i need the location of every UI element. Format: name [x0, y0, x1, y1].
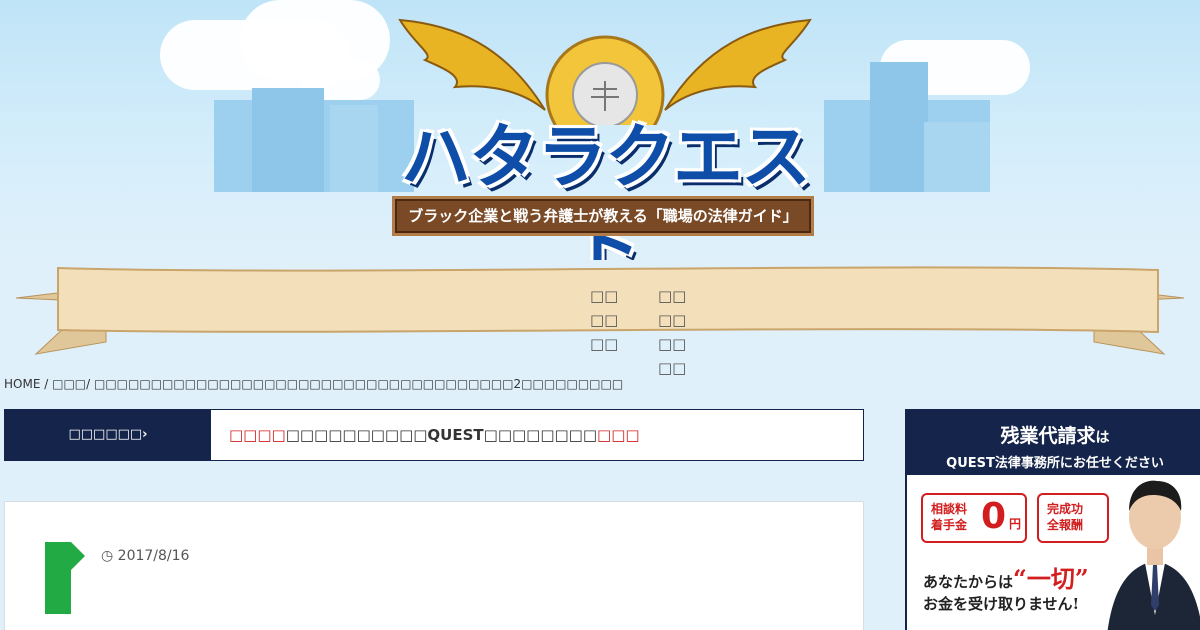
post-date: ◷ 2017/8/16 — [101, 548, 189, 564]
site-logo-title[interactable]: ハタラクエスト — [395, 112, 815, 260]
ad-badge-success-fee: 完成功 全報酬 — [1037, 493, 1109, 543]
ad-headline-suffix: は — [1095, 430, 1110, 446]
lawyer-portrait-image — [1107, 480, 1200, 630]
nav-item[interactable]: □□ — [590, 332, 618, 356]
ad-badge-line: 着手金 — [931, 518, 968, 532]
nav-item[interactable]: □□ — [658, 332, 686, 356]
ad-badge-line: 完成功 — [1047, 502, 1084, 516]
chevron-right-icon: › — [142, 427, 148, 442]
ad-headline-main: 残業代請求 — [1000, 425, 1096, 447]
news-label-text: □□□□□□ — [68, 427, 143, 442]
news-text-main: □□□□□□□□□□QUEST□□□□□□□□ — [285, 426, 598, 444]
breadcrumb-separator: / — [44, 377, 49, 391]
building-right — [924, 122, 990, 192]
clock-icon: ◷ — [101, 548, 114, 564]
ad-tagline-2: お金を受け取りません! — [923, 595, 1080, 613]
logo-wings-icon — [398, 18, 812, 125]
nav-item[interactable]: □□ — [658, 308, 686, 332]
category-flag-icon — [45, 542, 85, 614]
building-left — [252, 88, 324, 192]
ad-badge-zero: 0 — [981, 496, 1007, 537]
breadcrumb-category[interactable]: □□□ — [52, 377, 86, 391]
site-tagline: ブラック企業と戦う弁護士が教える「職場の法律ガイド」 — [392, 196, 814, 236]
site-header: ハタラクエスト ブラック企業と戦う弁護士が教える「職場の法律ガイド」 — [0, 0, 1200, 260]
news-text-highlight: □□□□ — [229, 426, 286, 444]
ad-badge-line: 相談料 — [931, 502, 968, 516]
ad-tagline-pre: あなたからは — [923, 573, 1014, 591]
nav-item[interactable]: □□ — [658, 356, 686, 380]
nav-item[interactable]: □□ — [590, 308, 618, 332]
article-card: ◷ 2017/8/16 — [4, 501, 864, 630]
building-right — [870, 62, 928, 192]
post-date-text: 2017/8/16 — [117, 548, 190, 564]
ad-tagline-emphasis: “一切” — [1013, 564, 1089, 593]
breadcrumb: HOME / □□□/ □□□□□□□□□□□□□□□□□□□□□□□□□□□□… — [4, 377, 623, 391]
breadcrumb-separator: / — [86, 377, 91, 391]
nav-item[interactable]: □□ — [590, 284, 618, 308]
news-bar: □□□□□□› □□□□□□□□□□□□□□QUEST□□□□□□□□□□□ — [4, 409, 864, 461]
breadcrumb-current: □□□□□□□□□□□□□□□□□□□□□□□□□□□□□□□□□□□□□2□□… — [94, 377, 624, 391]
building-left — [330, 105, 378, 192]
news-text-highlight: □□□ — [597, 426, 640, 444]
ad-badge-free-consultation: 相談料 着手金 0 円 — [921, 493, 1027, 543]
breadcrumb-home[interactable]: HOME — [4, 377, 40, 391]
nav-item[interactable]: □□ — [658, 284, 686, 308]
nav-menu-left: □□ □□ □□ — [590, 284, 618, 356]
ad-badge-line: 全報酬 — [1047, 518, 1084, 532]
news-label-button[interactable]: □□□□□□› — [5, 410, 211, 460]
nav-menu-right: □□ □□ □□ □□ — [658, 284, 686, 380]
news-headline-link[interactable]: □□□□□□□□□□□□□□QUEST□□□□□□□□□□□ — [229, 410, 640, 460]
ad-headline: 残業代請求は — [907, 411, 1200, 448]
sidebar-ad-banner[interactable]: 残業代請求は QUEST法律事務所にお任せください 相談料 着手金 0 円 完成… — [905, 409, 1200, 630]
ad-badge-unit: 円 — [1009, 517, 1022, 531]
ad-tagline-1: あなたからは“一切” — [923, 559, 1089, 594]
